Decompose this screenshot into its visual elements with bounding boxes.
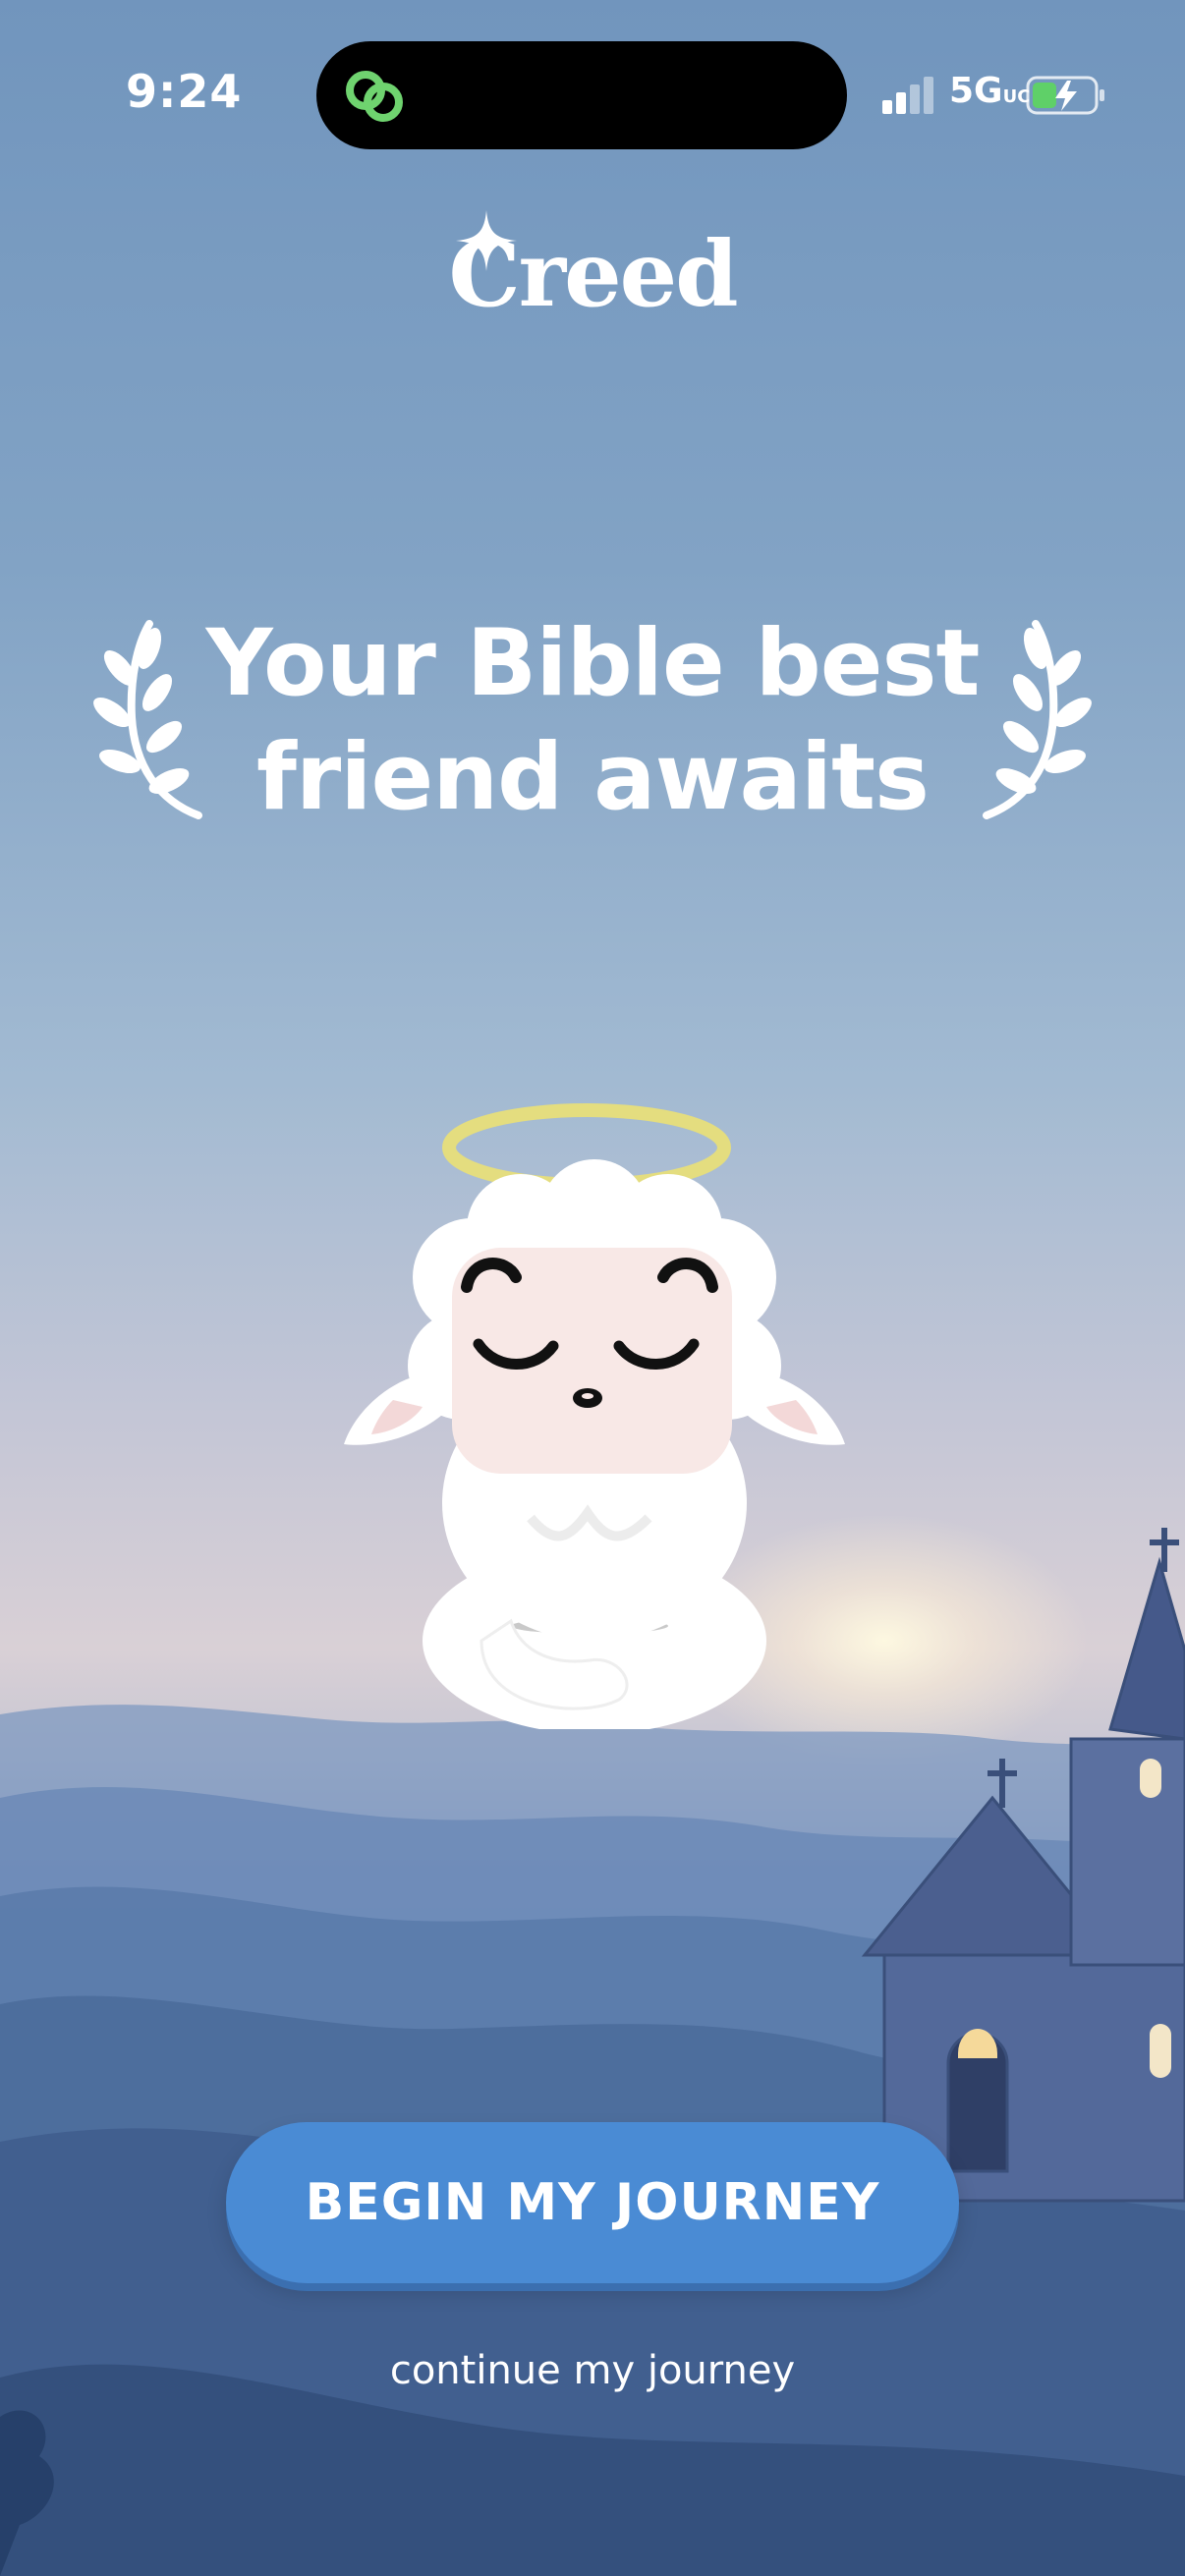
status-time: 9:24: [126, 65, 243, 118]
headline-line-1: Your Bible best: [205, 610, 981, 717]
laurel-icon: [983, 620, 1092, 819]
network-indicator: 5GUC: [949, 71, 1031, 111]
continue-journey-link[interactable]: continue my journey: [0, 2348, 1185, 2393]
brand-logo: Creed: [448, 221, 738, 327]
headline: Your Bible best friend awaits: [187, 607, 998, 835]
praying-lamb-mascot: [344, 1103, 845, 1729]
battery-charging-icon: [1026, 76, 1104, 115]
signal-icon: [882, 77, 933, 114]
link-icon: [346, 71, 403, 122]
begin-journey-button[interactable]: BEGIN MY JOURNEY: [226, 2122, 959, 2283]
dynamic-island: [316, 41, 847, 149]
headline-line-2: friend awaits: [256, 724, 930, 831]
